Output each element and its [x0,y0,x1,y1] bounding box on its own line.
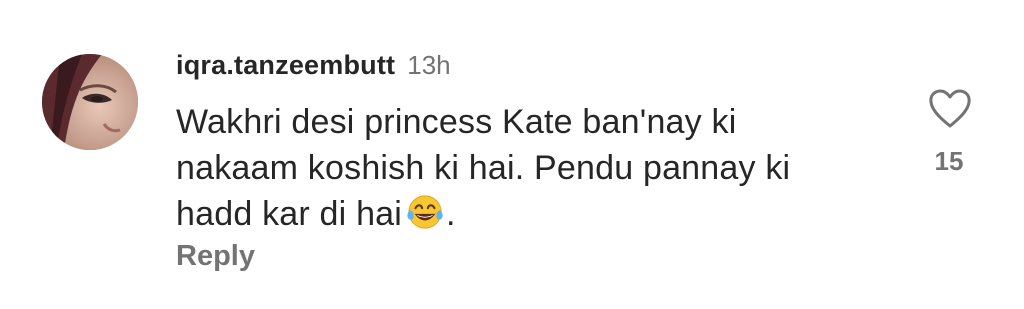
avatar-photo [42,54,138,150]
username[interactable]: iqra.tanzeembutt [176,50,395,81]
comment-text-end: . [446,195,456,233]
avatar[interactable] [42,54,138,150]
like-count: 15 [934,146,964,176]
like-button[interactable] [928,88,972,130]
comment-text-line: Wakhri desi princess Kate ban'nay ki [176,103,737,141]
timestamp: 13h [407,50,451,80]
comment-header: iqra.tanzeembutt 13h [176,50,451,86]
comment-text-line: nakaam koshish ki hai. Pendu pannay ki [176,149,791,187]
tears-of-joy-emoji-icon [407,195,443,229]
comment-text-line: hadd kar di hai . [176,191,876,237]
comment-text: Wakhri desi princess Kate ban'nay ki nak… [176,99,876,237]
comment-item: iqra.tanzeembutt 13h Wakhri desi princes… [0,0,1024,309]
heart-outline-icon [929,89,971,128]
reply-button[interactable]: Reply [176,240,255,273]
comment-text-line-content: hadd kar di hai [176,195,403,233]
